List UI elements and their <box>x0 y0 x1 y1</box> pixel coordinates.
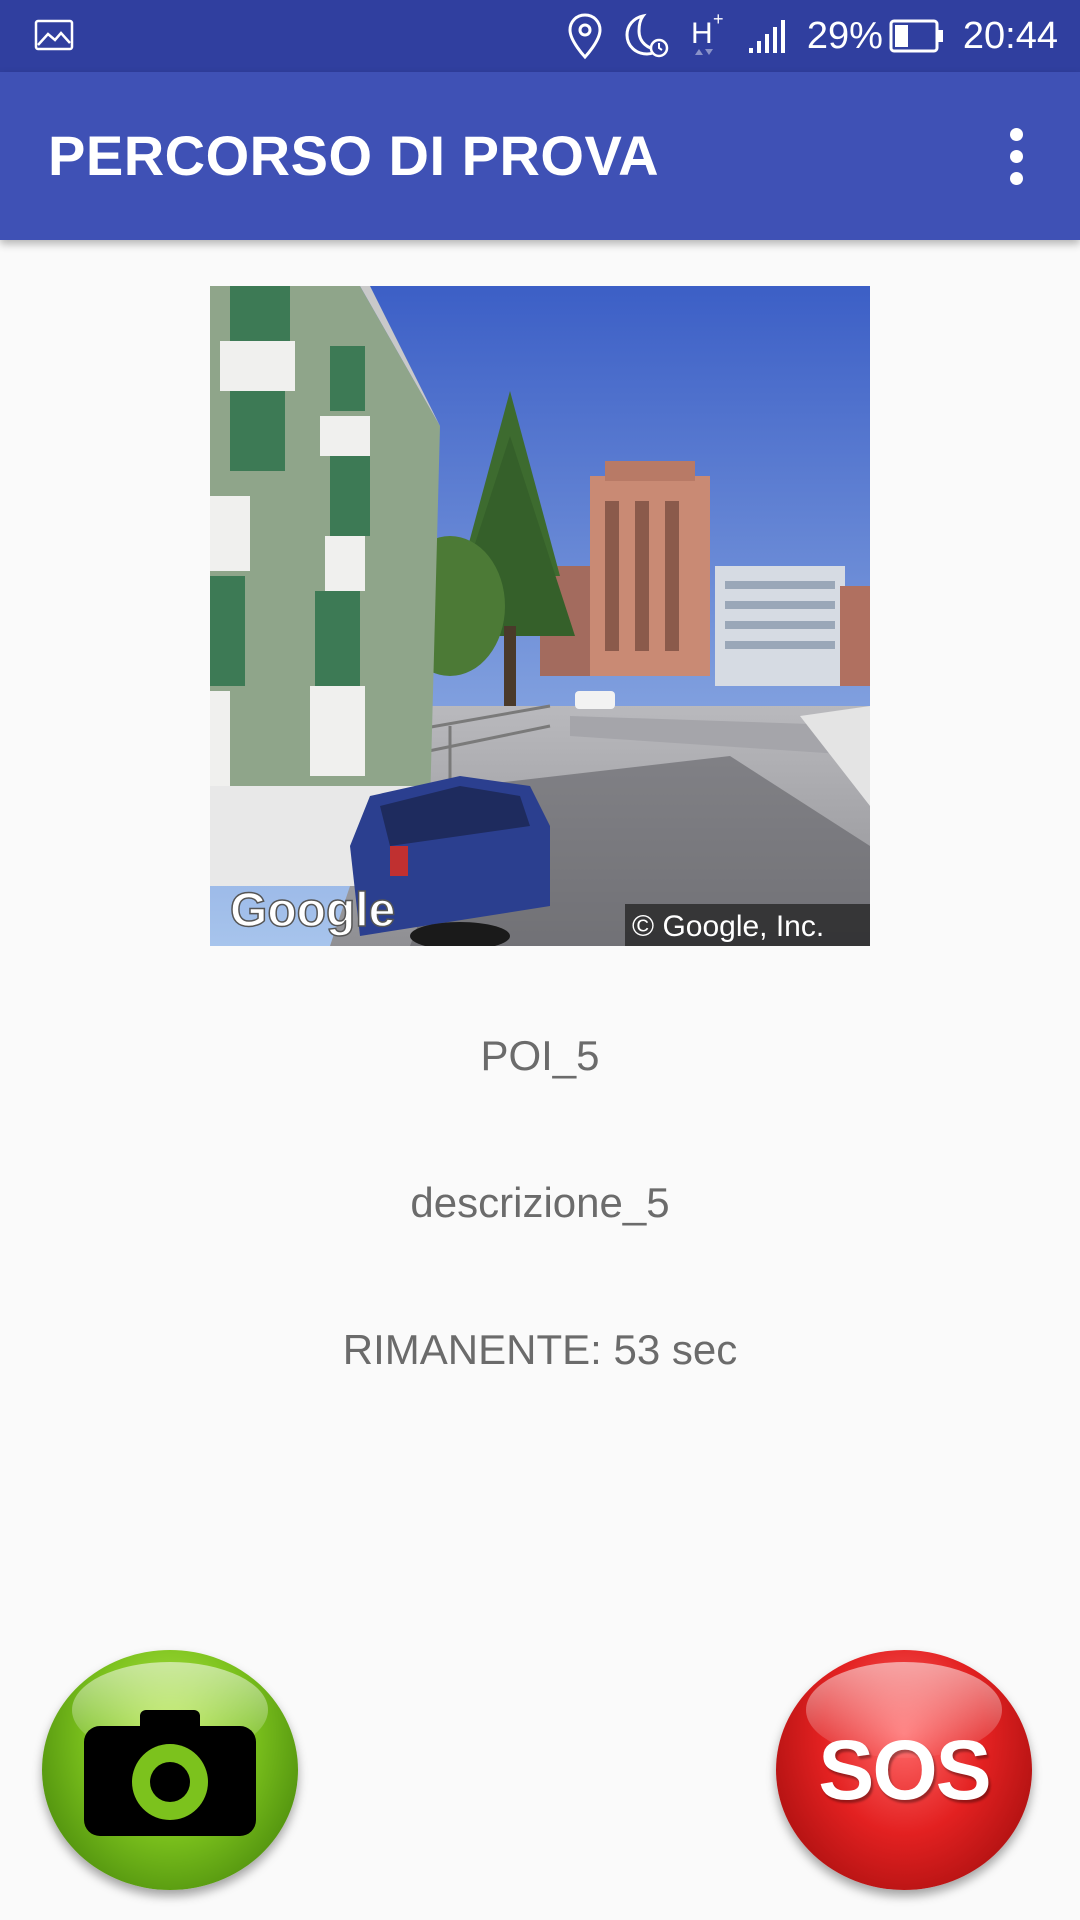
app-bar: PERCORSO DI PROVA <box>0 72 1080 240</box>
night-mode-alarm-icon <box>621 12 671 60</box>
google-watermark: Google <box>230 884 395 937</box>
signal-icon <box>747 18 789 54</box>
page-title: PERCORSO DI PROVA <box>48 124 660 187</box>
sos-label: SOS <box>818 1723 991 1817</box>
image-copyright: © Google, Inc. <box>632 910 824 943</box>
clock: 20:44 <box>962 14 1058 57</box>
gallery-notification-icon <box>34 18 74 54</box>
battery-icon <box>889 19 945 53</box>
location-icon <box>567 12 603 60</box>
camera-button[interactable] <box>42 1650 298 1890</box>
battery-percent: 29% <box>806 14 883 57</box>
camera-icon <box>84 1706 256 1840</box>
poi-description: descrizione_5 <box>410 1179 670 1226</box>
status-bar: H + 29% 20:44 <box>0 0 1080 72</box>
network-h-plus-icon: H + <box>689 11 729 61</box>
remaining-time: RIMANENTE: 53 sec <box>342 1326 738 1373</box>
poi-name: POI_5 <box>480 1032 600 1079</box>
sos-button[interactable]: SOS <box>776 1650 1032 1890</box>
svg-text:H: H <box>691 17 713 50</box>
overflow-menu-icon[interactable] <box>976 112 1056 200</box>
svg-text:+: + <box>713 11 724 29</box>
poi-street-view-image: © Google, Inc. Google <box>210 286 870 946</box>
